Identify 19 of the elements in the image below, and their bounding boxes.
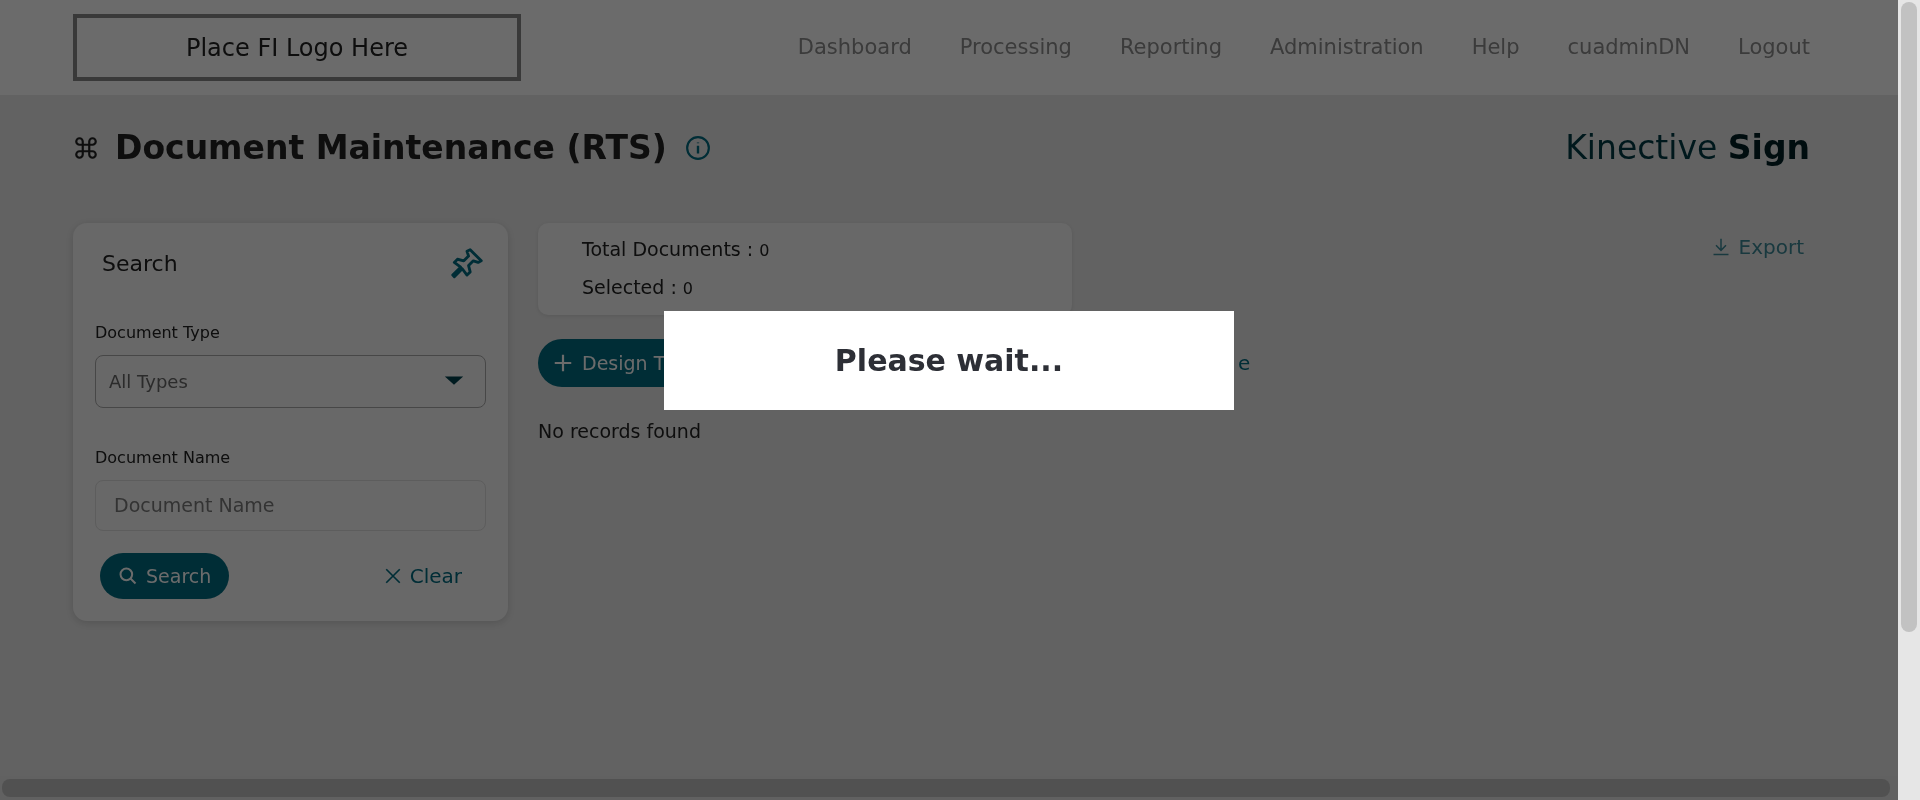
clear-button[interactable]: Clear	[377, 559, 468, 592]
brand-logo: Kinective Sign	[1565, 127, 1810, 169]
field-label: Document Type	[95, 321, 221, 344]
empty-message: No records found	[538, 419, 702, 444]
loading-message: Please wait...	[664, 311, 1234, 410]
field-label: Document Name	[95, 446, 232, 469]
command-icon	[73, 134, 99, 161]
close-icon	[383, 566, 402, 585]
panel-title: Search	[102, 250, 178, 278]
action-link[interactable]: e	[1232, 346, 1257, 379]
page-title: Document Maintenance (RTS)	[115, 127, 667, 168]
summary-text: Selected : 0	[582, 274, 695, 300]
info-icon	[684, 134, 711, 161]
search-button[interactable]: Search	[100, 552, 230, 599]
type-dropdown[interactable]: All Types	[95, 354, 486, 408]
vertical-scrollbar[interactable]	[1898, 0, 1920, 800]
search-icon	[118, 565, 138, 586]
summary-text: Total Documents : 0	[582, 236, 771, 262]
logo-placeholder-text: Place FI Logo Here	[185, 32, 408, 64]
